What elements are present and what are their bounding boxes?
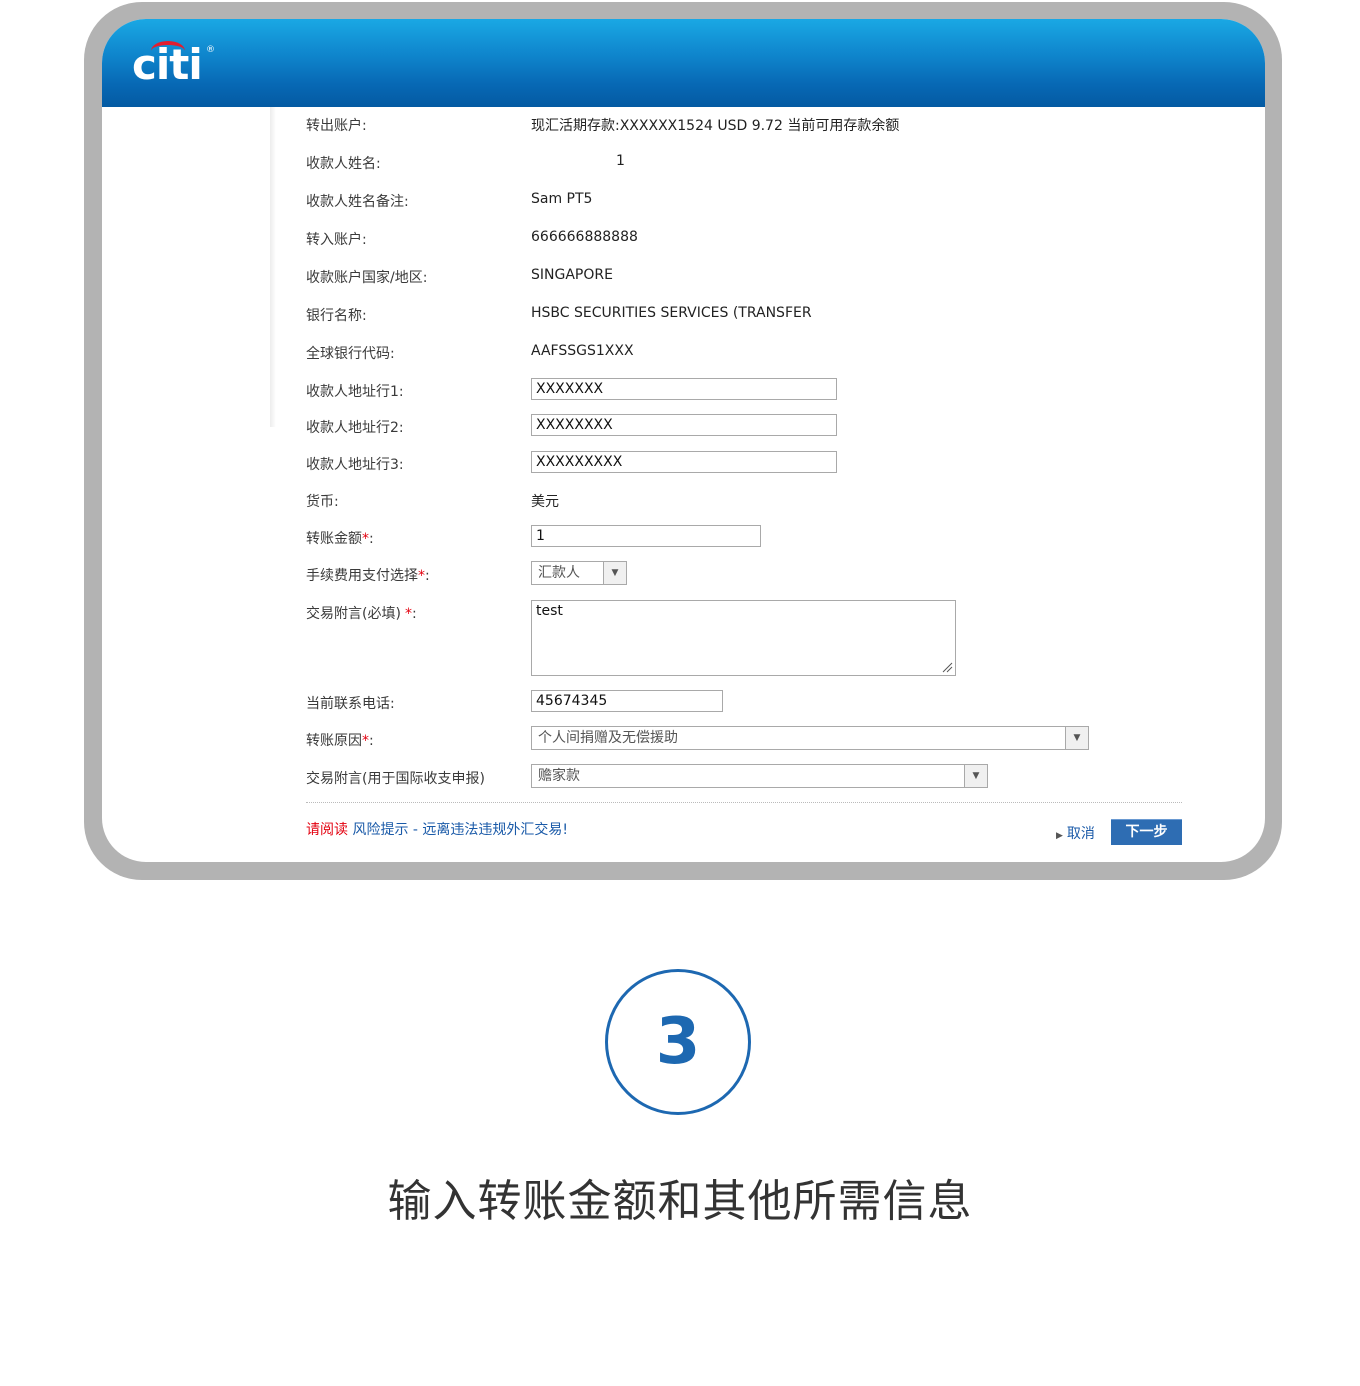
required-mark: *	[418, 568, 425, 584]
reason-value: 个人间捐赠及无偿援助	[538, 730, 678, 746]
label-reason: 转账原因*:	[306, 733, 374, 749]
dropdown-arrow-icon[interactable]: ▼	[1065, 727, 1088, 749]
label-amount: 转账金额*:	[306, 531, 374, 547]
label-payee-country: 收款账户国家/地区:	[306, 270, 428, 286]
label-address2: 收款人地址行2:	[306, 420, 404, 436]
required-mark: *	[404, 606, 412, 622]
screen: citi ® 转出账户: 现汇活期存款:XXXXXX1524 USD 9.72 …	[102, 19, 1265, 862]
memo-textarea[interactable]: test	[531, 600, 956, 676]
label-payee-name: 收款人姓名:	[306, 156, 381, 172]
sidebar-edge	[270, 107, 276, 427]
address1-input[interactable]: XXXXXXX	[531, 378, 837, 400]
value-to-account: 666666888888	[531, 229, 638, 245]
label-payee-name-remark: 收款人姓名备注:	[306, 194, 409, 210]
required-mark: *	[362, 531, 369, 547]
label-memo: 交易附言(必填) *:	[306, 606, 417, 622]
next-button[interactable]: 下一步	[1111, 819, 1182, 845]
step-number: 3	[655, 1005, 701, 1079]
risk-notice-link[interactable]: 风险提示 - 远离违法违规外汇交易!	[352, 822, 568, 838]
value-from-account: 现汇活期存款:XXXXXX1524 USD 9.72 当前可用存款余额	[531, 118, 900, 134]
cancel-link[interactable]: ▶ 取消	[1056, 823, 1095, 843]
memo-value: test	[536, 603, 563, 619]
address2-input[interactable]: XXXXXXXX	[531, 414, 837, 436]
risk-notice: 请阅读 风险提示 - 远离违法违规外汇交易!	[306, 819, 568, 839]
fee-option-value: 汇款人	[538, 565, 580, 581]
step-badge: 3	[605, 969, 751, 1115]
intl-memo-value: 赡家款	[538, 768, 580, 784]
label-fee-option: 手续费用支付选择*:	[306, 568, 430, 584]
value-payee-name-remark: Sam PT5	[531, 191, 593, 207]
cancel-label: 取消	[1066, 826, 1095, 842]
required-mark: *	[362, 733, 369, 749]
label-address3: 收款人地址行3:	[306, 457, 404, 473]
fee-option-select[interactable]: 汇款人 ▼	[531, 561, 627, 585]
label-phone: 当前联系电话:	[306, 696, 395, 712]
label-swift-code: 全球银行代码:	[306, 346, 395, 362]
value-bank-name: HSBC SECURITIES SERVICES (TRANSFER	[531, 305, 812, 321]
address3-input[interactable]: XXXXXXXXX	[531, 451, 837, 473]
label-bank-name: 银行名称:	[306, 308, 367, 324]
label-from-account: 转出账户:	[306, 118, 367, 134]
reason-select[interactable]: 个人间捐赠及无偿援助 ▼	[531, 726, 1089, 750]
form-divider	[306, 802, 1182, 803]
logo-arc-icon	[151, 41, 185, 61]
label-intl-memo: 交易附言(用于国际收支申报)	[306, 771, 485, 787]
amount-input[interactable]: 1	[531, 525, 761, 547]
citi-logo: citi ®	[132, 39, 215, 89]
value-payee-country: SINGAPORE	[531, 267, 613, 283]
dropdown-arrow-icon[interactable]: ▼	[964, 765, 987, 787]
label-to-account: 转入账户:	[306, 232, 367, 248]
dropdown-arrow-icon[interactable]: ▼	[603, 562, 626, 584]
triangle-right-icon: ▶	[1056, 831, 1063, 841]
resize-handle-icon[interactable]	[941, 661, 953, 673]
notice-prefix: 请阅读	[306, 822, 348, 838]
intl-memo-select[interactable]: 赡家款 ▼	[531, 764, 988, 788]
value-payee-name: 1	[616, 153, 625, 169]
value-currency: 美元	[531, 494, 559, 510]
phone-input[interactable]: 45674345	[531, 690, 723, 712]
label-address1: 收款人地址行1:	[306, 384, 404, 400]
registered-mark: ®	[206, 45, 215, 55]
step-caption: 输入转账金额和其他所需信息	[387, 1176, 973, 1227]
header-bar: citi ®	[102, 19, 1265, 107]
label-currency: 货币:	[306, 494, 339, 510]
value-swift-code: AAFSSGS1XXX	[531, 343, 634, 359]
